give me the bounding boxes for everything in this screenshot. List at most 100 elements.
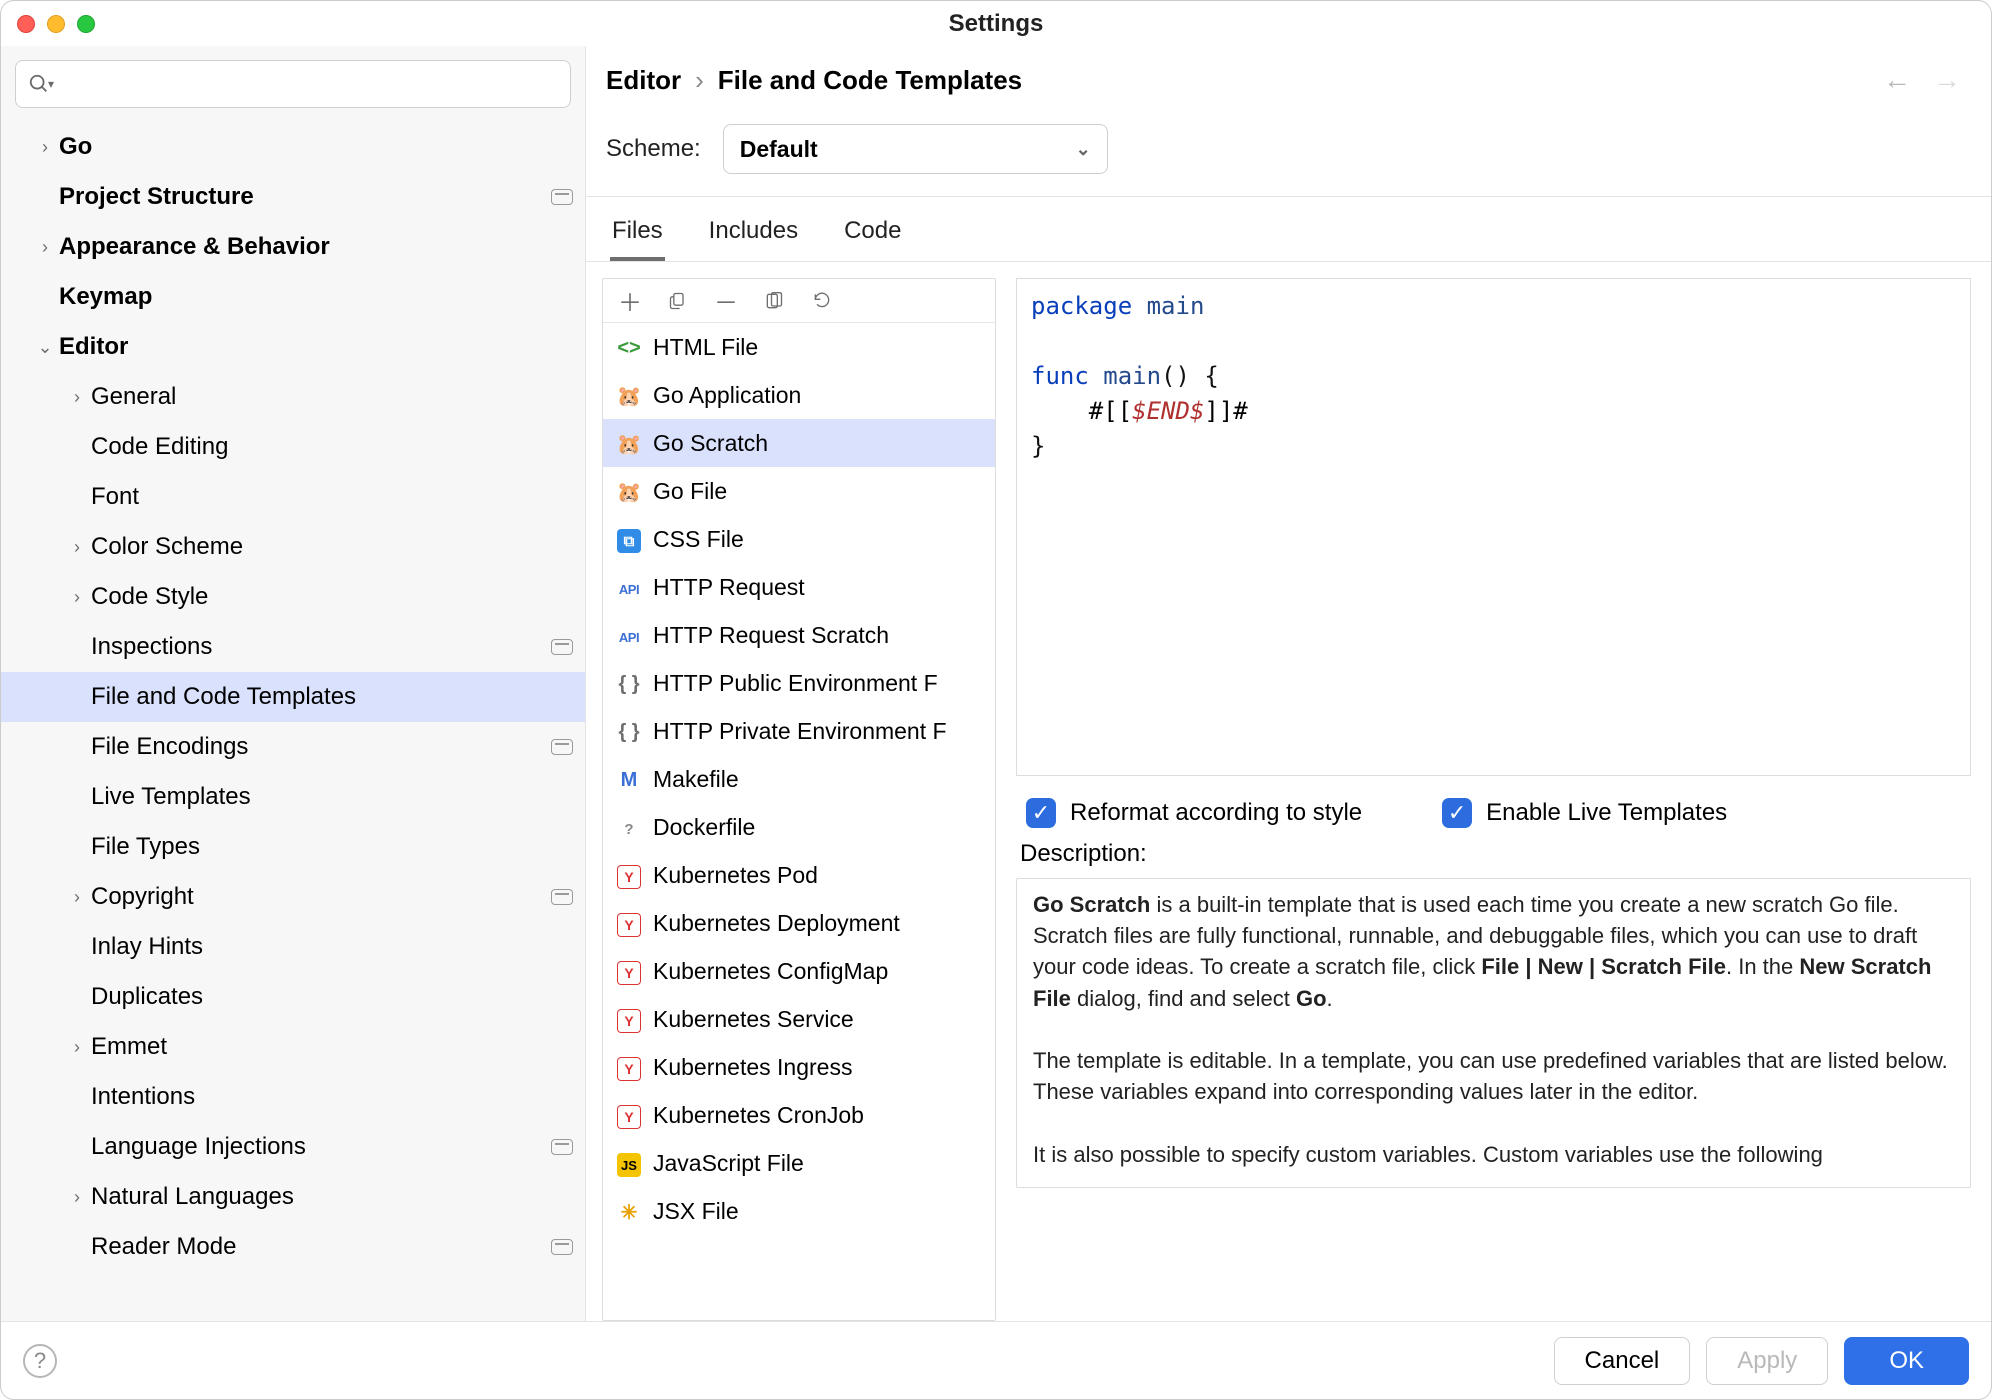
template-list[interactable]: <>HTML File🐹Go Application🐹Go Scratch🐹Go… — [603, 323, 995, 1320]
chevron-right-icon: › — [31, 137, 59, 158]
sidebar-item-natural-languages[interactable]: ›Natural Languages — [1, 1172, 585, 1222]
template-toolbar: ＋ － — [603, 279, 995, 323]
yaml-file-icon: Y — [617, 957, 641, 985]
template-item-dockerfile[interactable]: ?Dockerfile — [603, 803, 995, 851]
project-level-badge-icon — [551, 739, 573, 755]
nav-back-button[interactable]: ← — [1883, 64, 1911, 96]
sidebar-item-font[interactable]: ›Font — [1, 472, 585, 522]
template-item-label: CSS File — [653, 526, 744, 553]
remove-template-button[interactable]: － — [715, 290, 737, 312]
sidebar-item-copyright[interactable]: ›Copyright — [1, 872, 585, 922]
help-button[interactable]: ? — [23, 1344, 57, 1378]
template-item-go-application[interactable]: 🐹Go Application — [603, 371, 995, 419]
template-item-kubernetes-service[interactable]: Y Kubernetes Service — [603, 995, 995, 1043]
api-file-icon: API — [617, 573, 641, 602]
search-options-dropdown-icon[interactable]: ▾ — [48, 77, 54, 91]
sidebar-item-label: Inlay Hints — [91, 933, 573, 961]
chevron-down-icon: ⌄ — [31, 337, 59, 358]
sidebar-item-keymap[interactable]: ›Keymap — [1, 272, 585, 322]
template-item-kubernetes-ingress[interactable]: YKubernetes Ingress — [603, 1043, 995, 1091]
dialog-footer: ? Cancel Apply OK — [1, 1321, 1991, 1399]
cancel-button[interactable]: Cancel — [1554, 1337, 1691, 1385]
template-item-kubernetes-configmap[interactable]: YKubernetes ConfigMap — [603, 947, 995, 995]
sidebar-item-inlay-hints[interactable]: ›Inlay Hints — [1, 922, 585, 972]
enable-live-templates-checkbox[interactable]: ✓ Enable Live Templates — [1442, 798, 1727, 828]
go-file-icon: 🐹 — [617, 430, 641, 457]
add-template-button[interactable]: ＋ — [619, 290, 641, 312]
copy-template-button[interactable] — [667, 290, 689, 312]
sidebar-item-appearance-behavior[interactable]: ›Appearance & Behavior — [1, 222, 585, 272]
template-item-go-file[interactable]: 🐹 Go File — [603, 467, 995, 515]
scheme-select[interactable]: Default ⌄ — [723, 124, 1108, 174]
ok-button[interactable]: OK — [1844, 1337, 1969, 1385]
sidebar-item-go[interactable]: ›Go — [1, 122, 585, 172]
settings-tree[interactable]: ›Go›Project Structure›Appearance & Behav… — [1, 122, 585, 1321]
sidebar-item-label: Editor — [59, 333, 573, 361]
sidebar-item-file-types[interactable]: ›File Types — [1, 822, 585, 872]
template-item-http-public-environment-f[interactable]: { }HTTP Public Environment F — [603, 659, 995, 707]
template-item-label: HTTP Private Environment F — [653, 718, 947, 745]
template-item-http-request[interactable]: APIHTTP Request — [603, 563, 995, 611]
sidebar-item-file-encodings[interactable]: ›File Encodings — [1, 722, 585, 772]
template-item-http-request-scratch[interactable]: APIHTTP Request Scratch — [603, 611, 995, 659]
chevron-right-icon: › — [63, 1037, 91, 1058]
sidebar-item-duplicates[interactable]: ›Duplicates — [1, 972, 585, 1022]
yaml-file-icon: Y — [617, 909, 641, 937]
sidebar-item-emmet[interactable]: ›Emmet — [1, 1022, 585, 1072]
copy-to-button[interactable] — [763, 290, 785, 312]
sidebar-item-code-editing[interactable]: ›Code Editing — [1, 422, 585, 472]
yaml-file-icon: Y — [617, 1005, 641, 1033]
chevron-right-icon: › — [31, 237, 59, 258]
sidebar-item-intentions[interactable]: ›Intentions — [1, 1072, 585, 1122]
description-box[interactable]: Go Scratch is a built-in template that i… — [1016, 878, 1971, 1188]
template-item-go-scratch[interactable]: 🐹Go Scratch — [603, 419, 995, 467]
template-item-kubernetes-pod[interactable]: YKubernetes Pod — [603, 851, 995, 899]
sidebar-item-color-scheme[interactable]: ›Color Scheme — [1, 522, 585, 572]
template-editor-panel: package main func main() { #[[$END$]]# }… — [1016, 278, 1971, 1321]
template-code-editor[interactable]: package main func main() { #[[$END$]]# } — [1016, 278, 1971, 776]
go-file-icon: 🐹 — [617, 478, 641, 505]
tab-includes[interactable]: Includes — [707, 211, 800, 261]
reformat-checkbox[interactable]: ✓ Reformat according to style — [1026, 798, 1362, 828]
template-item-css-file[interactable]: ⧉CSS File — [603, 515, 995, 563]
sidebar-item-general[interactable]: ›General — [1, 372, 585, 422]
sidebar-item-editor[interactable]: ⌄Editor — [1, 322, 585, 372]
template-item-kubernetes-deployment[interactable]: YKubernetes Deployment — [603, 899, 995, 947]
breadcrumb: Editor › File and Code Templates — [606, 65, 1883, 96]
template-item-http-private-environment-f[interactable]: { }HTTP Private Environment F — [603, 707, 995, 755]
tab-files[interactable]: Files — [610, 211, 665, 261]
template-item-label: HTML File — [653, 334, 758, 361]
sidebar-item-reader-mode[interactable]: ›Reader Mode — [1, 1222, 585, 1272]
template-item-label: JavaScript File — [653, 1150, 804, 1177]
nav-forward-button[interactable]: → — [1933, 64, 1961, 96]
scheme-label: Scheme: — [606, 135, 701, 163]
description-paragraph-2: The template is editable. In a template,… — [1033, 1045, 1954, 1107]
sidebar-item-language-injections[interactable]: ›Language Injections — [1, 1122, 585, 1172]
sidebar-item-code-style[interactable]: ›Code Style — [1, 572, 585, 622]
template-item-label: Kubernetes Service — [653, 1006, 854, 1033]
template-item-label: Go File — [653, 478, 727, 505]
content: ▾ ›Go›Project Structure›Appearance & Beh… — [1, 46, 1991, 1321]
yaml-file-icon: Y — [617, 1053, 641, 1081]
close-window-button[interactable] — [17, 15, 35, 33]
template-item-jsx-file[interactable]: ✳JSX File — [603, 1187, 995, 1235]
sidebar-item-live-templates[interactable]: ›Live Templates — [1, 772, 585, 822]
revert-button[interactable] — [811, 290, 833, 312]
sidebar-item-label: Color Scheme — [91, 533, 573, 561]
template-item-kubernetes-cronjob[interactable]: YKubernetes CronJob — [603, 1091, 995, 1139]
settings-search-input[interactable]: ▾ — [15, 60, 571, 108]
template-item-html-file[interactable]: <>HTML File — [603, 323, 995, 371]
breadcrumb-parent[interactable]: Editor — [606, 65, 681, 96]
apply-button[interactable]: Apply — [1706, 1337, 1828, 1385]
sidebar-item-inspections[interactable]: ›Inspections — [1, 622, 585, 672]
template-item-makefile[interactable]: MMakefile — [603, 755, 995, 803]
zoom-window-button[interactable] — [77, 15, 95, 33]
minimize-window-button[interactable] — [47, 15, 65, 33]
sidebar-item-project-structure[interactable]: ›Project Structure — [1, 172, 585, 222]
yaml-file-icon: Y — [617, 861, 641, 889]
project-level-badge-icon — [551, 1239, 573, 1255]
sidebar-item-file-and-code-templates[interactable]: ›File and Code Templates — [1, 672, 585, 722]
tab-code[interactable]: Code — [842, 211, 903, 261]
chevron-right-icon: › — [695, 65, 704, 96]
template-item-javascript-file[interactable]: JSJavaScript File — [603, 1139, 995, 1187]
